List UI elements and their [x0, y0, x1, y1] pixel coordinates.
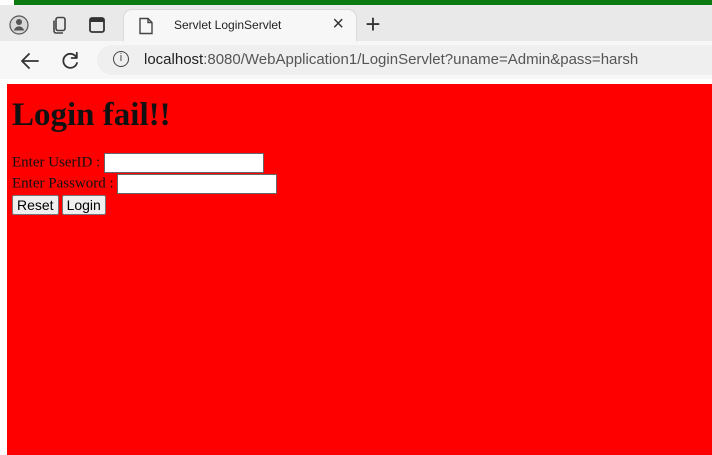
userid-row: Enter UserID : [12, 153, 265, 173]
form-buttons: Reset Login [12, 195, 109, 215]
close-tab-button[interactable]: × [332, 14, 344, 34]
page-title: Login fail!! [12, 97, 171, 133]
site-info-icon[interactable]: i [113, 51, 129, 67]
address-bar[interactable]: i localhost:8080/WebApplication1/LoginSe… [97, 45, 712, 75]
tab-actions-icon[interactable] [87, 15, 107, 35]
new-tab-button[interactable]: + [362, 11, 384, 37]
tab-actions-icon [89, 17, 105, 33]
workspaces-icon[interactable] [49, 15, 69, 35]
password-input[interactable] [116, 174, 277, 194]
page-icon [139, 17, 153, 35]
url-path: :8080/WebApplication1/LoginServlet?uname… [203, 51, 639, 68]
url-text[interactable]: localhost:8080/WebApplication1/LoginServ… [144, 51, 638, 68]
browser-chrome: Servlet LoginServlet × + i localhost:808… [0, 5, 712, 79]
userid-label: Enter UserID : [12, 154, 101, 171]
reset-button[interactable]: Reset [12, 195, 59, 215]
address-row: i localhost:8080/WebApplication1/LoginSe… [0, 41, 712, 79]
profile-icon [9, 15, 29, 35]
back-arrow-icon [21, 53, 39, 69]
workspaces-icon [53, 16, 66, 34]
userid-input[interactable] [104, 153, 265, 173]
tab-title: Servlet LoginServlet [174, 18, 282, 32]
password-row: Enter Password : [12, 174, 277, 194]
tab-strip: Servlet LoginServlet × + [0, 5, 712, 41]
url-host: localhost [144, 51, 204, 68]
login-button[interactable]: Login [61, 195, 106, 215]
back-button[interactable] [18, 49, 42, 73]
password-label: Enter Password : [12, 175, 114, 192]
refresh-icon [62, 51, 78, 69]
page-content: Login fail!! Enter UserID : Enter Passwo… [7, 84, 712, 455]
active-tab[interactable]: Servlet LoginServlet × [124, 10, 356, 41]
profile-icon[interactable] [9, 15, 29, 35]
refresh-button[interactable] [58, 49, 82, 73]
